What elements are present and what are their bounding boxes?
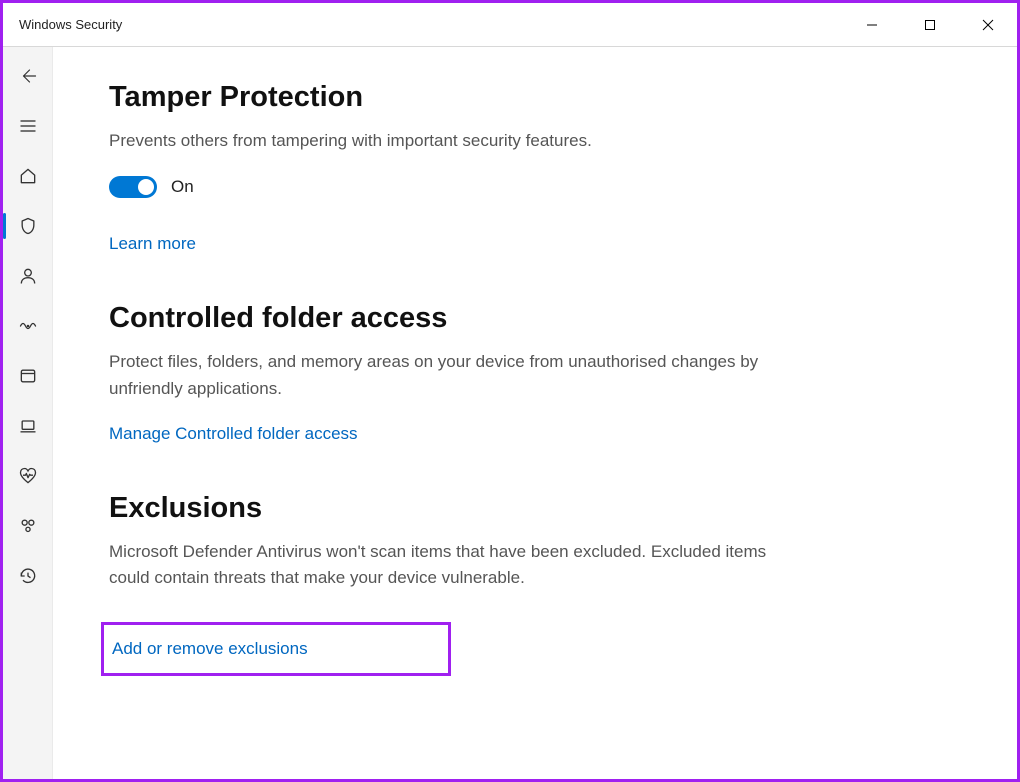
- toggle-knob: [138, 179, 154, 195]
- tamper-heading: Tamper Protection: [109, 81, 769, 114]
- menu-button[interactable]: [3, 103, 53, 149]
- sidebar-item-firewall[interactable]: [3, 303, 53, 349]
- window-controls: [843, 3, 1017, 46]
- cfa-heading: Controlled folder access: [109, 302, 769, 335]
- tamper-description: Prevents others from tampering with impo…: [109, 128, 769, 154]
- tamper-toggle-row: On: [109, 176, 769, 198]
- sidebar-item-app-browser[interactable]: [3, 353, 53, 399]
- exclusions-heading: Exclusions: [109, 492, 769, 525]
- sidebar-item-performance[interactable]: [3, 453, 53, 499]
- minimize-icon: [866, 19, 878, 31]
- heart-icon: [18, 466, 38, 486]
- section-tamper-protection: Tamper Protection Prevents others from t…: [109, 81, 769, 254]
- section-controlled-folder-access: Controlled folder access Protect files, …: [109, 302, 769, 444]
- shield-icon: [18, 216, 38, 236]
- sidebar: [3, 47, 53, 779]
- laptop-icon: [18, 416, 38, 436]
- person-icon: [18, 266, 38, 286]
- exclusions-description: Microsoft Defender Antivirus won't scan …: [109, 539, 769, 592]
- exclusions-highlight: Add or remove exclusions: [101, 622, 451, 676]
- manage-cfa-link[interactable]: Manage Controlled folder access: [109, 424, 358, 444]
- app-window-icon: [18, 366, 38, 386]
- network-icon: [18, 316, 38, 336]
- cfa-description: Protect files, folders, and memory areas…: [109, 349, 769, 402]
- sidebar-item-family[interactable]: [3, 503, 53, 549]
- minimize-button[interactable]: [843, 3, 901, 46]
- close-icon: [982, 19, 994, 31]
- tamper-toggle-label: On: [171, 177, 194, 197]
- section-exclusions: Exclusions Microsoft Defender Antivirus …: [109, 492, 769, 676]
- sidebar-item-device-security[interactable]: [3, 403, 53, 449]
- app-window: Windows Security: [0, 0, 1020, 782]
- add-remove-exclusions-link[interactable]: Add or remove exclusions: [112, 639, 308, 659]
- sidebar-item-virus-protection[interactable]: [3, 203, 53, 249]
- main-content: Tamper Protection Prevents others from t…: [53, 47, 1017, 779]
- window-title: Windows Security: [19, 17, 122, 32]
- close-button[interactable]: [959, 3, 1017, 46]
- tamper-learn-more-link[interactable]: Learn more: [109, 234, 196, 254]
- family-icon: [18, 516, 38, 536]
- back-button[interactable]: [3, 53, 53, 99]
- maximize-icon: [924, 19, 936, 31]
- titlebar: Windows Security: [3, 3, 1017, 47]
- sidebar-item-history[interactable]: [3, 553, 53, 599]
- sidebar-item-account-protection[interactable]: [3, 253, 53, 299]
- home-icon: [18, 166, 38, 186]
- maximize-button[interactable]: [901, 3, 959, 46]
- history-icon: [18, 566, 38, 586]
- sidebar-item-home[interactable]: [3, 153, 53, 199]
- tamper-toggle[interactable]: [109, 176, 157, 198]
- back-arrow-icon: [19, 67, 37, 85]
- hamburger-icon: [18, 116, 38, 136]
